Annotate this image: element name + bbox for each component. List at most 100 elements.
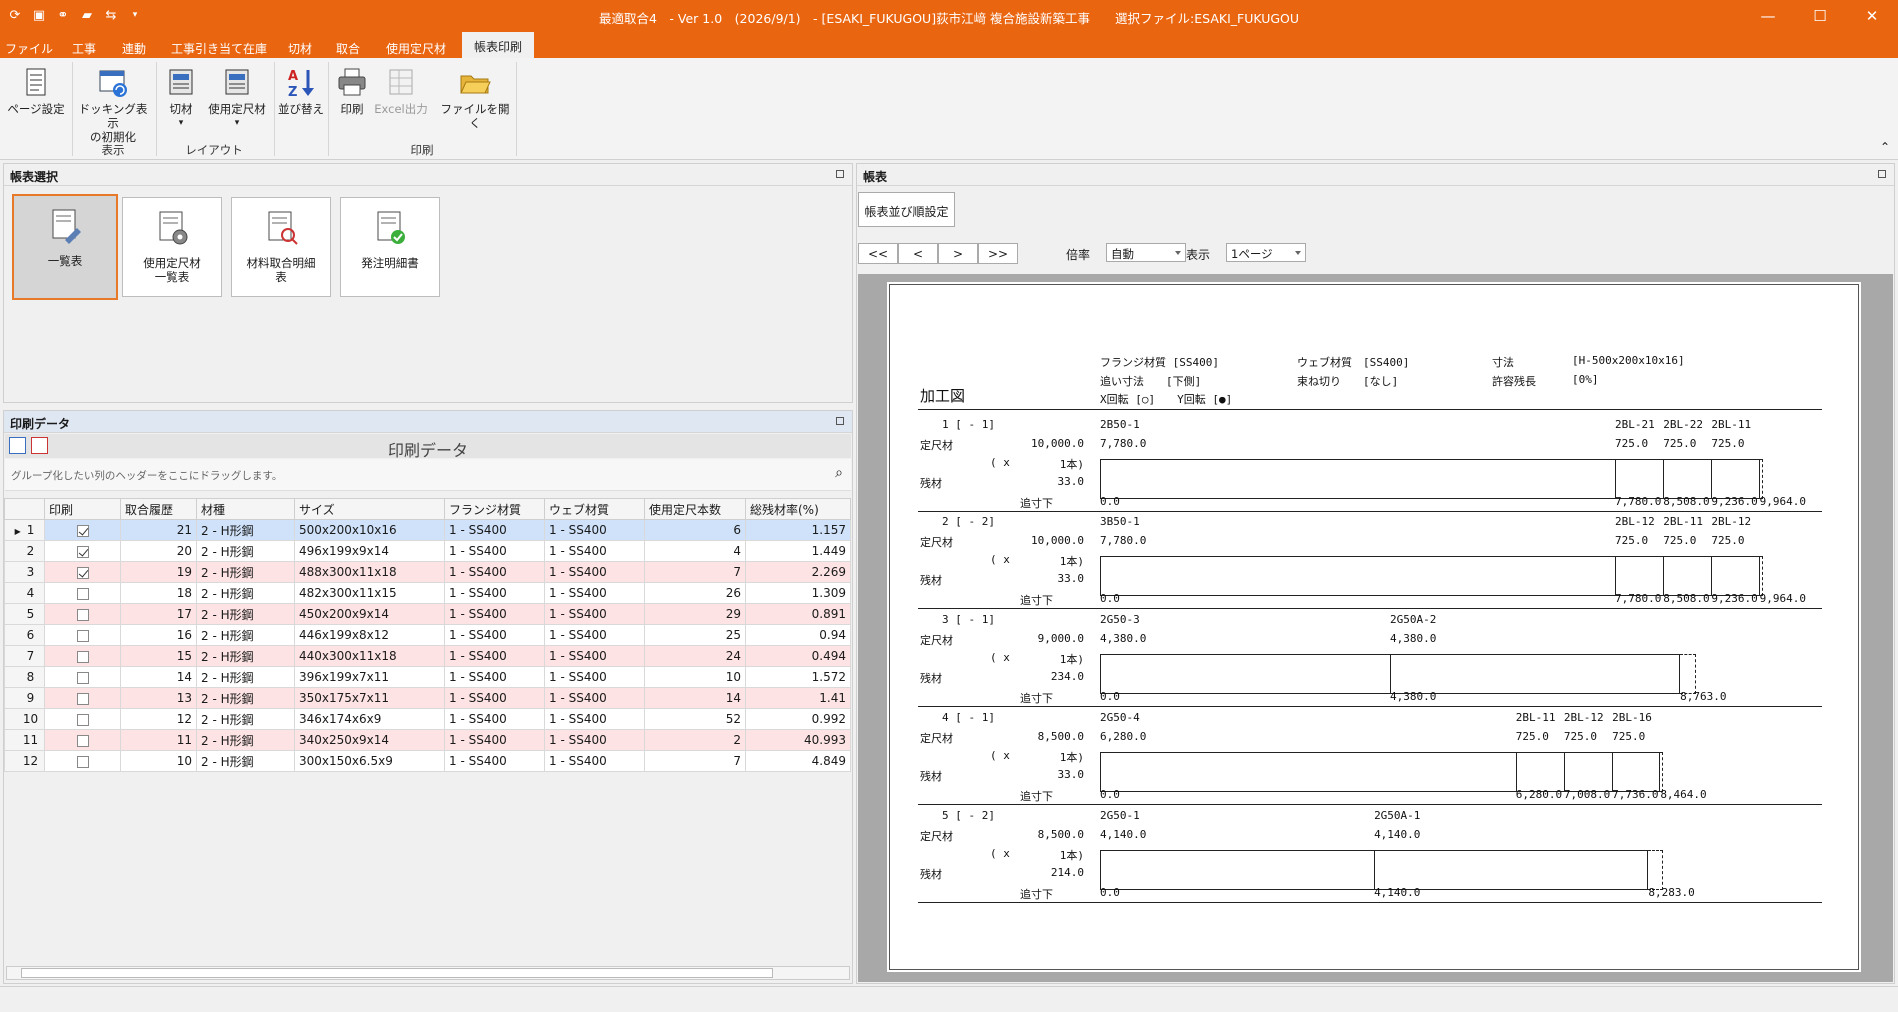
oi-value: 8,508.0 (1663, 592, 1710, 605)
table-row[interactable]: ▶ 1 21 2 - H形鋼 500x200x10x16 1 - SS400 1 - SS4… (4, 519, 851, 541)
table-row[interactable]: 11 11 2 - H形鋼 340x250x9x14 1 - SS400 1 - SS40… (4, 729, 851, 751)
oi-value: 7,736.0 (1612, 788, 1659, 801)
report-tile-std-material[interactable]: 使用定尺材 一覧表 (122, 197, 222, 297)
column-header-web[interactable]: ウェブ材質 (544, 498, 645, 520)
print-checkbox[interactable] (44, 687, 121, 709)
tab-report-print[interactable]: 帳表印刷 (462, 32, 534, 58)
table-row[interactable]: 9 13 2 - H形鋼 350x175x7x11 1 - SS400 1 - SS400… (4, 687, 851, 709)
tab-assembly[interactable]: 取合 (330, 37, 366, 58)
print-checkbox[interactable] (44, 750, 121, 772)
column-header-ratio[interactable]: 総残材率(%) (745, 498, 851, 520)
size-cell: 450x200x9x14 (294, 603, 445, 625)
checkbox[interactable] (76, 608, 89, 621)
row-number: 11 (4, 729, 45, 751)
std-material-layout-button[interactable]: 使用定尺材 ▾ (206, 66, 268, 130)
search-icon[interactable]: ⌕ (835, 465, 843, 481)
print-checkbox[interactable] (44, 603, 121, 625)
block-id: 3 [ - 1] (942, 613, 995, 626)
collapse-ribbon-icon[interactable]: ⌃ (1880, 140, 1890, 154)
checkbox[interactable] (76, 629, 89, 642)
count-cell: 10 (644, 666, 746, 688)
checkbox[interactable] (76, 524, 89, 537)
print-checkbox[interactable] (44, 624, 121, 646)
panel-maximize-icon[interactable] (836, 170, 844, 178)
checkbox[interactable] (76, 734, 89, 747)
checkbox[interactable] (76, 671, 89, 684)
table-row[interactable]: 5 17 2 - H形鋼 450x200x9x14 1 - SS400 1 - SS400… (4, 603, 851, 625)
tab-stock[interactable]: 工事引き当て在庫 (164, 37, 274, 58)
print-checkbox[interactable] (44, 666, 121, 688)
std-label: 定尺材 (920, 830, 953, 843)
next-page-button[interactable]: > (938, 243, 978, 264)
column-header-count[interactable]: 使用定尺本数 (644, 498, 746, 520)
prev-page-button[interactable]: < (898, 243, 938, 264)
table-row[interactable]: 4 18 2 - H形鋼 482x300x11x15 1 - SS400 1 - SS40… (4, 582, 851, 604)
report-tile-order-detail[interactable]: 発注明細書 (340, 197, 440, 297)
tab-file[interactable]: ファイル (4, 37, 54, 58)
page-setup-button[interactable]: ページ設定 (4, 66, 68, 116)
zoom-select[interactable]: 自動 (1106, 243, 1186, 262)
ratio-cell: 2.269 (745, 561, 851, 583)
cut-layout-button[interactable]: 切材 ▾ (160, 66, 202, 130)
ratio-cell: 1.572 (745, 666, 851, 688)
checkbox[interactable] (76, 713, 89, 726)
cut-bar (1100, 556, 1760, 596)
checkbox[interactable] (76, 692, 89, 705)
scrollbar-thumb[interactable] (21, 968, 773, 978)
panel-maximize-icon[interactable] (1878, 170, 1886, 178)
print-checkbox[interactable] (44, 540, 121, 562)
checkbox[interactable] (76, 566, 89, 579)
checkbox[interactable] (76, 755, 89, 768)
print-checkbox[interactable] (44, 708, 121, 730)
table-row[interactable]: 12 10 2 - H形鋼 300x150x6.5x9 1 - SS400 1 - SS4… (4, 750, 851, 772)
print-checkbox[interactable] (44, 582, 121, 604)
tab-std-material[interactable]: 使用定尺材 (378, 37, 454, 58)
report-tile-material-detail[interactable]: 材料取合明細 表 (231, 197, 331, 297)
column-header-history[interactable]: 取合履歴 (120, 498, 197, 520)
checkbox[interactable] (76, 650, 89, 663)
table-row[interactable]: 6 16 2 - H形鋼 446x199x8x12 1 - SS400 1 - SS400… (4, 624, 851, 646)
kind-cell: 2 - H形鋼 (196, 666, 295, 688)
close-button[interactable]: ✕ (1846, 0, 1898, 32)
tab-link[interactable]: 連動 (114, 37, 154, 58)
checkbox[interactable] (76, 587, 89, 600)
column-header-kind[interactable]: 材種 (196, 498, 295, 520)
excel-export-button[interactable]: Excel出力 (374, 66, 428, 116)
tab-project[interactable]: 工事 (64, 37, 104, 58)
view-select[interactable]: 1ページ (1226, 243, 1306, 262)
horizontal-scrollbar[interactable] (6, 966, 850, 980)
column-header-print[interactable]: 印刷 (44, 498, 121, 520)
size-cell: 340x250x9x14 (294, 729, 445, 751)
maximize-button[interactable]: ☐ (1794, 0, 1846, 32)
checkbox[interactable] (76, 545, 89, 558)
tab-cut[interactable]: 切材 (282, 37, 318, 58)
print-checkbox[interactable] (44, 645, 121, 667)
block-id: 4 [ - 1] (942, 711, 995, 724)
sort-button[interactable]: AZ 並び替え (278, 66, 324, 116)
table-row[interactable]: 10 12 2 - H形鋼 346x174x6x9 1 - SS400 1 - SS400… (4, 708, 851, 730)
open-file-button[interactable]: ファイルを開く (440, 66, 510, 130)
report-order-button[interactable]: 帳表並び順設定 (858, 192, 955, 227)
table-row[interactable]: 7 15 2 - H形鋼 440x300x11x18 1 - SS400 1 - SS40… (4, 645, 851, 667)
group-panel[interactable]: グループ化したい列のヘッダーをここにドラッグします。 ⌕ (5, 459, 851, 491)
print-checkbox[interactable] (44, 729, 121, 751)
count-cell: 7 (644, 750, 746, 772)
table-row[interactable]: 8 14 2 - H形鋼 396x199x7x11 1 - SS400 1 - SS400… (4, 666, 851, 688)
docking-reset-button[interactable]: ドッキング表示 の初期化 (76, 66, 150, 144)
last-page-button[interactable]: >> (978, 243, 1018, 264)
row-index: 11 (22, 733, 39, 747)
column-header-size[interactable]: サイズ (294, 498, 445, 520)
report-tile-list[interactable]: 一覧表 (12, 194, 118, 300)
first-page-button[interactable]: << (858, 243, 898, 264)
table-row[interactable]: 3 19 2 - H形鋼 488x300x11x18 1 - SS400 1 - SS40… (4, 561, 851, 583)
column-header-flange[interactable]: フランジ材質 (444, 498, 545, 520)
panel-maximize-icon[interactable] (836, 417, 844, 425)
kind-cell: 2 - H形鋼 (196, 519, 295, 541)
hdr-flange: フランジ材質 [SS400] (1100, 356, 1219, 369)
print-button[interactable]: 印刷 (332, 66, 372, 116)
print-checkbox[interactable] (44, 519, 121, 541)
print-checkbox[interactable] (44, 561, 121, 583)
row-index: 4 (26, 586, 35, 600)
minimize-button[interactable]: — (1742, 0, 1794, 32)
table-row[interactable]: 2 20 2 - H形鋼 496x199x9x14 1 - SS400 1 - SS400… (4, 540, 851, 562)
